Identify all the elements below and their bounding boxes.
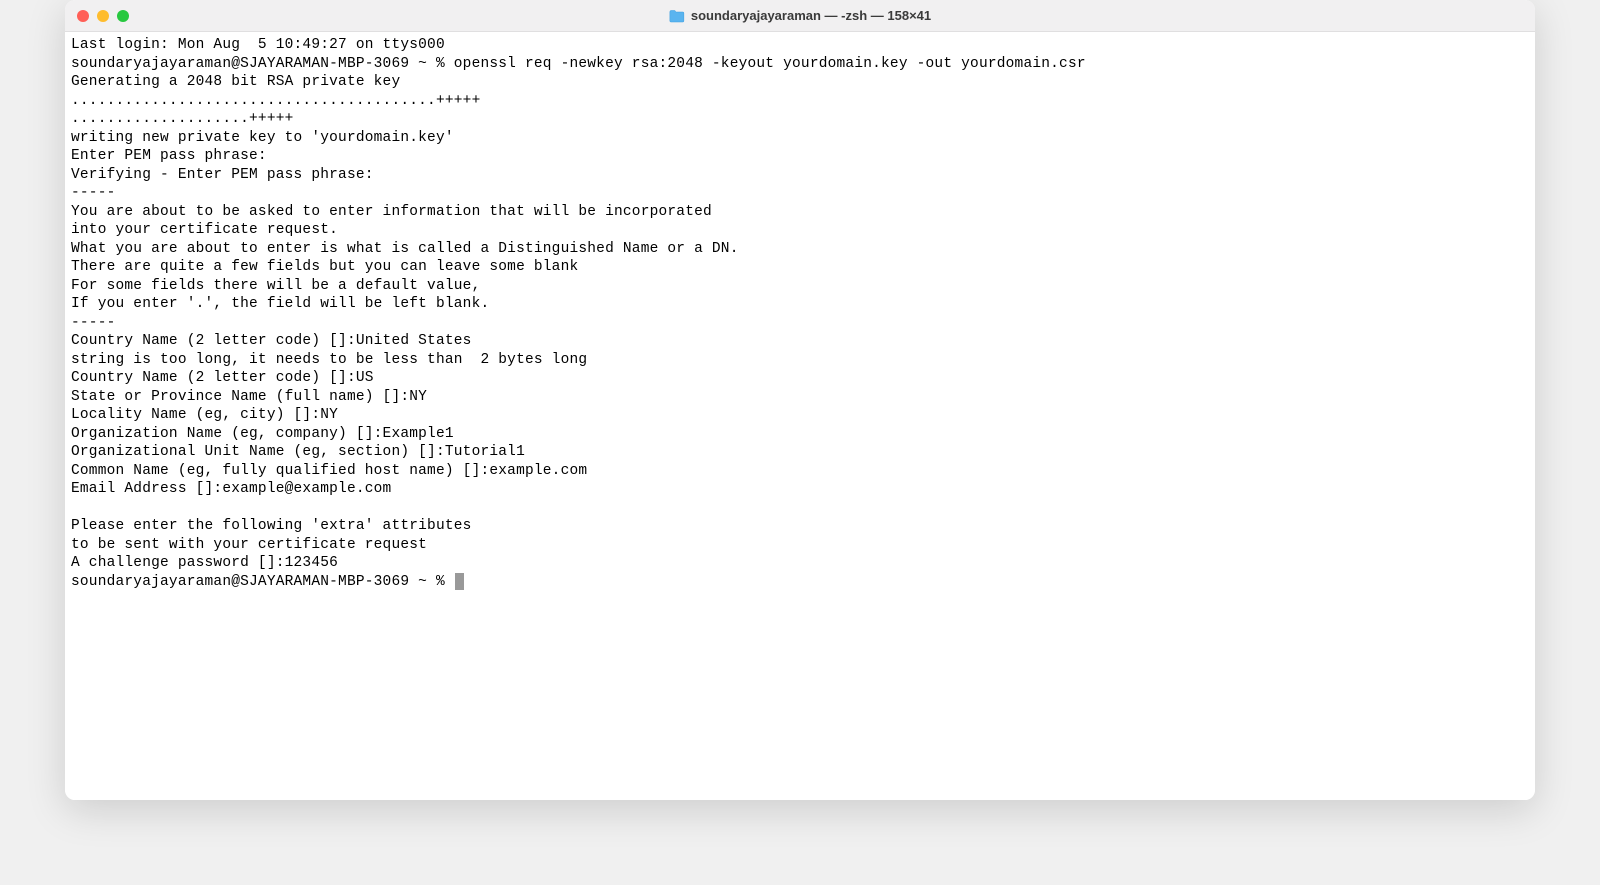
terminal-line: Common Name (eg, fully qualified host na… (71, 462, 1529, 481)
terminal-line: into your certificate request. (71, 221, 1529, 240)
traffic-lights (77, 10, 129, 22)
terminal-line: string is too long, it needs to be less … (71, 351, 1529, 370)
terminal-line: Organization Name (eg, company) []:Examp… (71, 425, 1529, 444)
terminal-line: If you enter '.', the field will be left… (71, 295, 1529, 314)
terminal-line: ----- (71, 314, 1529, 333)
terminal-line (71, 499, 1529, 518)
terminal-line: Country Name (2 letter code) []:US (71, 369, 1529, 388)
terminal-body[interactable]: Last login: Mon Aug 5 10:49:27 on ttys00… (65, 32, 1535, 800)
terminal-line: Email Address []:example@example.com (71, 480, 1529, 499)
terminal-window: soundaryajayaraman — -zsh — 158×41 Last … (65, 0, 1535, 800)
terminal-line: Generating a 2048 bit RSA private key (71, 73, 1529, 92)
close-button[interactable] (77, 10, 89, 22)
terminal-line: soundaryajayaraman@SJAYARAMAN-MBP-3069 ~… (71, 55, 1529, 74)
terminal-line: What you are about to enter is what is c… (71, 240, 1529, 259)
terminal-line: There are quite a few fields but you can… (71, 258, 1529, 277)
minimize-button[interactable] (97, 10, 109, 22)
terminal-line: writing new private key to 'yourdomain.k… (71, 129, 1529, 148)
terminal-prompt-line: soundaryajayaraman@SJAYARAMAN-MBP-3069 ~… (71, 573, 1529, 592)
terminal-line: Please enter the following 'extra' attri… (71, 517, 1529, 536)
cursor (455, 573, 464, 590)
terminal-line: Last login: Mon Aug 5 10:49:27 on ttys00… (71, 36, 1529, 55)
terminal-line: ....................+++++ (71, 110, 1529, 129)
folder-icon (669, 9, 685, 23)
terminal-line: to be sent with your certificate request (71, 536, 1529, 555)
terminal-line: Locality Name (eg, city) []:NY (71, 406, 1529, 425)
terminal-line: Enter PEM pass phrase: (71, 147, 1529, 166)
terminal-line: For some fields there will be a default … (71, 277, 1529, 296)
maximize-button[interactable] (117, 10, 129, 22)
titlebar[interactable]: soundaryajayaraman — -zsh — 158×41 (65, 0, 1535, 32)
terminal-line: ........................................… (71, 92, 1529, 111)
terminal-prompt: soundaryajayaraman@SJAYARAMAN-MBP-3069 ~… (71, 574, 454, 590)
window-title: soundaryajayaraman — -zsh — 158×41 (669, 8, 931, 23)
terminal-line: ----- (71, 184, 1529, 203)
terminal-line: Organizational Unit Name (eg, section) [… (71, 443, 1529, 462)
terminal-line: Verifying - Enter PEM pass phrase: (71, 166, 1529, 185)
terminal-line: Country Name (2 letter code) []:United S… (71, 332, 1529, 351)
terminal-line: You are about to be asked to enter infor… (71, 203, 1529, 222)
terminal-line: State or Province Name (full name) []:NY (71, 388, 1529, 407)
terminal-line: A challenge password []:123456 (71, 554, 1529, 573)
window-title-text: soundaryajayaraman — -zsh — 158×41 (691, 8, 931, 23)
